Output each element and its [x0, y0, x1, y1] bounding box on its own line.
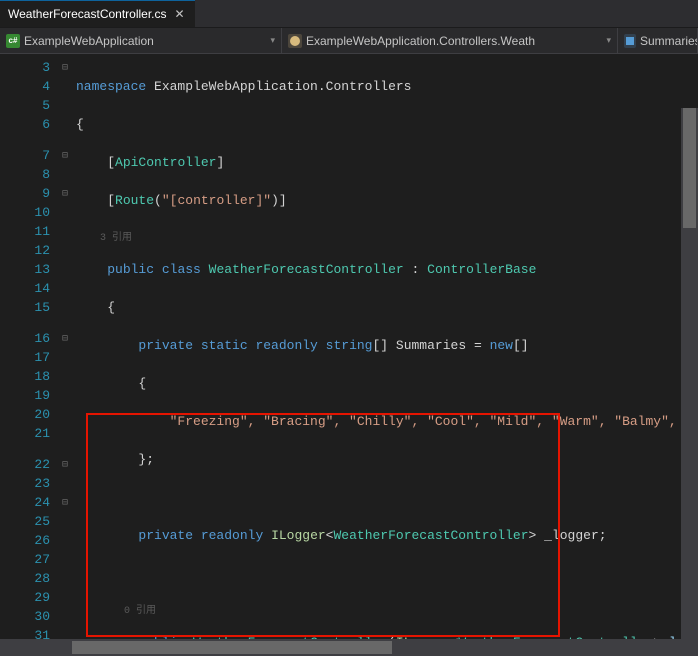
file-name: WeatherForecastController.cs [8, 7, 167, 21]
nav-member-dropdown[interactable]: Summaries [618, 28, 698, 53]
tab-bar: WeatherForecastController.cs ✕ [0, 0, 698, 28]
navigation-bar: c# ExampleWebApplication ▾ ExampleWebApp… [0, 28, 698, 54]
scroll-thumb[interactable] [683, 108, 696, 228]
fold-toggle[interactable]: ⊟ [58, 455, 72, 474]
codelens-references[interactable]: 0 引用 [76, 602, 698, 614]
horizontal-scrollbar[interactable] [0, 639, 681, 656]
scroll-thumb[interactable] [72, 641, 392, 654]
line-number-gutter: 3 4 5 6 7 8 9 10 11 12 13 14 15 16 17 18… [0, 54, 58, 656]
nav-project-label: ExampleWebApplication [24, 34, 154, 48]
fold-toggle[interactable]: ⊟ [58, 329, 72, 348]
codelens-references[interactable]: 3 引用 [76, 229, 698, 241]
chevron-down-icon: ▾ [270, 35, 275, 46]
csharp-icon: c# [6, 34, 20, 48]
fold-gutter: ⊟ ⊟ ⊟ ⊟ ⊟ ⊟ [58, 54, 72, 656]
code-content[interactable]: namespace ExampleWebApplication.Controll… [72, 54, 698, 656]
fold-toggle[interactable]: ⊟ [58, 184, 72, 203]
nav-class-dropdown[interactable]: ExampleWebApplication.Controllers.Weath … [282, 28, 618, 53]
class-icon [288, 34, 302, 48]
fold-toggle[interactable]: ⊟ [58, 493, 72, 512]
chevron-down-icon: ▾ [606, 35, 611, 46]
fold-toggle[interactable]: ⊟ [58, 146, 72, 165]
field-icon [624, 34, 636, 48]
active-tab[interactable]: WeatherForecastController.cs ✕ [0, 0, 195, 27]
close-icon[interactable]: ✕ [173, 7, 187, 21]
nav-member-label: Summaries [640, 34, 698, 48]
fold-toggle[interactable]: ⊟ [58, 58, 72, 77]
code-editor[interactable]: 3 4 5 6 7 8 9 10 11 12 13 14 15 16 17 18… [0, 54, 698, 656]
nav-project-dropdown[interactable]: c# ExampleWebApplication ▾ [0, 28, 282, 53]
nav-class-label: ExampleWebApplication.Controllers.Weath [306, 34, 535, 48]
vertical-scrollbar[interactable] [681, 108, 698, 656]
